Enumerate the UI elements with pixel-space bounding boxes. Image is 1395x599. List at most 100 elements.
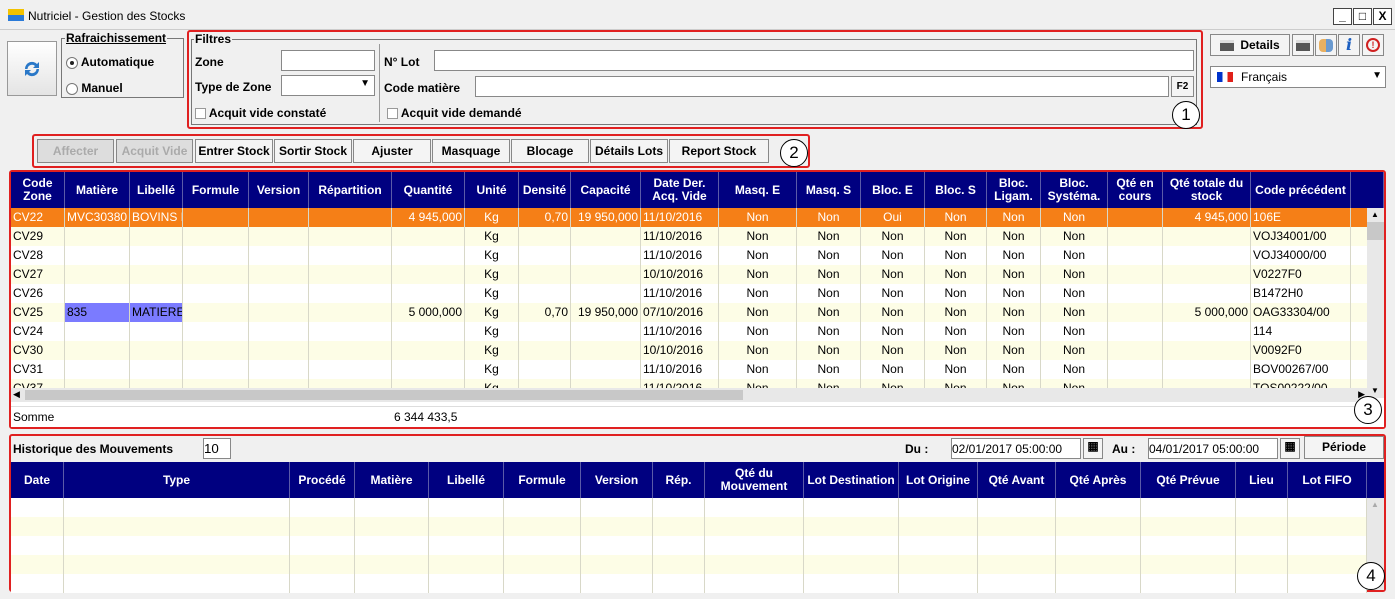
- f2-button[interactable]: F2: [1171, 76, 1194, 97]
- scroll-left-icon[interactable]: ◀: [13, 389, 20, 400]
- history-header-cell[interactable]: Qté du Mouvement: [705, 462, 804, 498]
- maximize-button[interactable]: □: [1353, 8, 1372, 25]
- au-date-input[interactable]: [1148, 438, 1278, 459]
- stock-header-cell[interactable]: Date Der. Acq. Vide: [641, 172, 719, 208]
- users-button[interactable]: [1315, 34, 1337, 56]
- history-row[interactable]: [11, 517, 1367, 536]
- history-row[interactable]: [11, 574, 1367, 593]
- history-row[interactable]: [11, 536, 1367, 555]
- stock-header-cell[interactable]: Bloc. S: [925, 172, 987, 208]
- history-header-cell[interactable]: Qté Prévue: [1141, 462, 1236, 498]
- type-zone-select[interactable]: ▼: [281, 75, 375, 96]
- calendar-icon[interactable]: ▦: [1083, 438, 1103, 459]
- details-lots-button[interactable]: Détails Lots: [590, 139, 668, 163]
- info-icon[interactable]: i: [1338, 34, 1360, 56]
- table-row[interactable]: CV29 Kg 11/10/2016 Non Non Non Non Non Non VOJ340…: [11, 227, 1367, 246]
- masquage-button[interactable]: Masquage: [432, 139, 510, 163]
- stock-header-cell[interactable]: Bloc. Ligam.: [987, 172, 1041, 208]
- table-row[interactable]: CV28 Kg 11/10/2016 Non Non Non Non Non Non VOJ340…: [11, 246, 1367, 265]
- stock-header-cell[interactable]: Répartition: [309, 172, 392, 208]
- history-header-cell[interactable]: Lot FIFO: [1288, 462, 1367, 498]
- stock-header-cell[interactable]: Matière: [65, 172, 130, 208]
- radio-manual-dot[interactable]: [66, 82, 78, 95]
- history-row[interactable]: [11, 498, 1367, 517]
- history-header-cell[interactable]: Type: [64, 462, 290, 498]
- close-button[interactable]: X: [1373, 8, 1392, 25]
- stock-header-cell[interactable]: Capacité: [571, 172, 641, 208]
- lot-input[interactable]: [434, 50, 1194, 71]
- history-row[interactable]: [11, 555, 1367, 574]
- radio-automatic[interactable]: Automatique: [66, 55, 154, 69]
- table-row[interactable]: CV22 MVC30380 BOVINS I4 945,000 Kg 0,70 19 95…: [11, 208, 1367, 227]
- report-stock-button[interactable]: Report Stock: [669, 139, 769, 163]
- stock-header-cell[interactable]: Formule: [183, 172, 249, 208]
- radio-automatic-dot[interactable]: [66, 56, 78, 69]
- table-row[interactable]: CV25 835 MATIERE 5 000,000 Kg 0,70 19 950,000 0…: [11, 303, 1367, 322]
- history-header-cell[interactable]: Qté Avant: [978, 462, 1056, 498]
- history-header-cell[interactable]: Libellé: [429, 462, 504, 498]
- table-row[interactable]: CV27 Kg 10/10/2016 Non Non Non Non Non Non V0227F…: [11, 265, 1367, 284]
- table-row[interactable]: CV30 Kg 10/10/2016 Non Non Non Non Non Non V0092F…: [11, 341, 1367, 360]
- scroll-up-icon[interactable]: ▲: [1371, 210, 1379, 219]
- stock-header-cell[interactable]: Code précédent: [1251, 172, 1351, 208]
- table-row[interactable]: CV24 Kg 11/10/2016 Non Non Non Non Non Non 114: [11, 322, 1367, 341]
- stock-header-cell[interactable]: Libellé: [130, 172, 183, 208]
- history-header-cell[interactable]: Date: [11, 462, 64, 498]
- zone-input[interactable]: [281, 50, 375, 71]
- stock-header-cell[interactable]: Qté en cours: [1108, 172, 1163, 208]
- history-header-cell[interactable]: Lot Origine: [899, 462, 978, 498]
- scroll-down-icon[interactable]: ▼: [1371, 386, 1379, 395]
- stock-header-cell[interactable]: Densité: [519, 172, 571, 208]
- details-button[interactable]: Details: [1210, 34, 1290, 56]
- stock-header-cell[interactable]: Qté totale du stock: [1163, 172, 1251, 208]
- stock-table-body[interactable]: CV22 MVC30380 BOVINS I4 945,000 Kg 0,70 19 95…: [11, 208, 1367, 398]
- history-header-cell[interactable]: Rép.: [653, 462, 705, 498]
- history-table-body[interactable]: [11, 498, 1367, 593]
- acquit-vide-button[interactable]: Acquit Vide: [116, 139, 193, 163]
- blocage-button[interactable]: Blocage: [511, 139, 589, 163]
- scroll-up-icon[interactable]: ▲: [1371, 500, 1379, 509]
- history-header-cell[interactable]: Formule: [504, 462, 581, 498]
- du-date-input[interactable]: [951, 438, 1081, 459]
- history-header-cell[interactable]: Qté Après: [1056, 462, 1141, 498]
- history-count-input[interactable]: [203, 438, 231, 459]
- print-button[interactable]: [1292, 34, 1314, 56]
- stock-header-cell[interactable]: Masq. S: [797, 172, 861, 208]
- periode-button[interactable]: Période: [1304, 436, 1384, 459]
- acquit-vide-constate-checkbox[interactable]: Acquit vide constaté: [195, 106, 326, 120]
- quit-button[interactable]: !: [1362, 34, 1384, 56]
- stock-header-cell[interactable]: Quantité: [392, 172, 465, 208]
- acquit-vide-demande-box[interactable]: [387, 108, 398, 120]
- table-row[interactable]: CV31 Kg 11/10/2016 Non Non Non Non Non Non BOV002…: [11, 360, 1367, 379]
- stock-header-cell[interactable]: Bloc. E: [861, 172, 925, 208]
- language-select[interactable]: Français ▼: [1210, 66, 1386, 88]
- stock-header-cell[interactable]: Bloc. Systéma.: [1041, 172, 1108, 208]
- calendar-icon[interactable]: ▦: [1280, 438, 1300, 459]
- table-row[interactable]: CV26 Kg 11/10/2016 Non Non Non Non Non Non B1472H…: [11, 284, 1367, 303]
- history-header-cell[interactable]: Matière: [355, 462, 429, 498]
- acquit-vide-constate-box[interactable]: [195, 108, 206, 120]
- stock-header-cell[interactable]: Masq. E: [719, 172, 797, 208]
- affecter-button[interactable]: Affecter: [37, 139, 114, 163]
- stock-header-cell[interactable]: Code Zone: [11, 172, 65, 208]
- code-matiere-input[interactable]: [475, 76, 1169, 97]
- acquit-vide-demande-checkbox[interactable]: Acquit vide demandé: [387, 106, 522, 120]
- radio-manual[interactable]: Manuel: [66, 81, 123, 95]
- history-header-cell[interactable]: Lieu: [1236, 462, 1288, 498]
- refresh-button[interactable]: [7, 41, 57, 96]
- history-header-cell[interactable]: Lot Destination: [804, 462, 899, 498]
- ajuster-button[interactable]: Ajuster: [353, 139, 431, 163]
- history-cell: [290, 574, 355, 593]
- vertical-scrollbar[interactable]: ▲ ▼: [1367, 208, 1384, 398]
- history-header-cell[interactable]: Procédé: [290, 462, 355, 498]
- sortir-stock-button[interactable]: Sortir Stock: [274, 139, 352, 163]
- minimize-button[interactable]: _: [1333, 8, 1352, 25]
- stock-header-cell[interactable]: [1351, 172, 1384, 208]
- entrer-stock-button[interactable]: Entrer Stock: [195, 139, 273, 163]
- scroll-thumb[interactable]: [1367, 222, 1384, 240]
- stock-header-cell[interactable]: Version: [249, 172, 309, 208]
- horizontal-scrollbar[interactable]: ◀ ▶: [11, 388, 1367, 402]
- scroll-thumb-h[interactable]: [25, 390, 743, 400]
- stock-header-cell[interactable]: Unité: [465, 172, 519, 208]
- history-header-cell[interactable]: Version: [581, 462, 653, 498]
